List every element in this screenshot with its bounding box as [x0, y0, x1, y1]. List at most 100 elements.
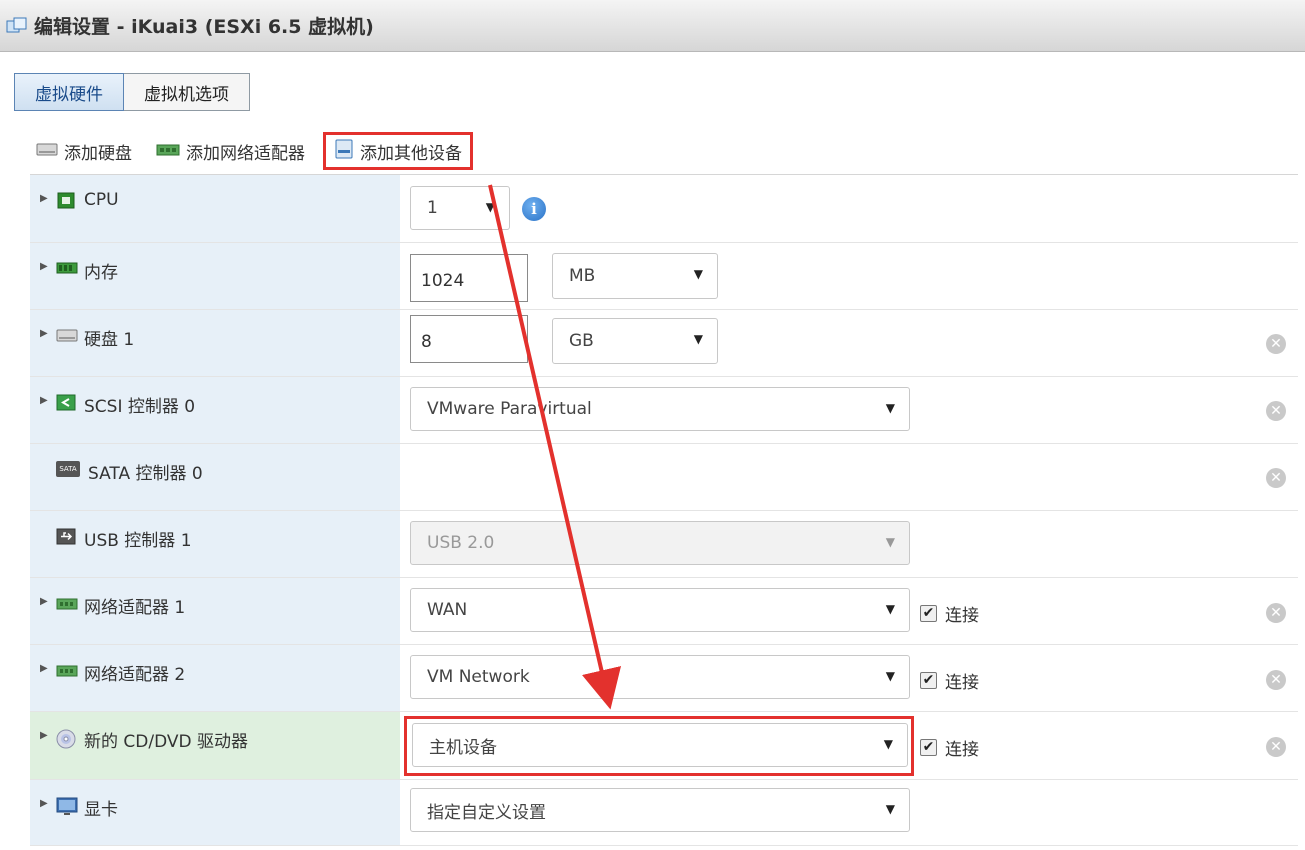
- hard-disk-icon: [56, 327, 78, 344]
- scsi-type-value: VMware Paravirtual: [427, 399, 592, 419]
- nic1-network-value: WAN: [427, 600, 468, 620]
- disk-size-input[interactable]: 8: [410, 315, 528, 363]
- remove-nic2-icon[interactable]: ✕: [1266, 670, 1286, 690]
- expand-icon[interactable]: ▶: [40, 328, 52, 339]
- expand-icon[interactable]: ▶: [40, 395, 52, 406]
- expand-icon[interactable]: ▶: [40, 798, 52, 809]
- nic2-connect-label: 连接: [945, 673, 979, 693]
- memory-label: 内存: [84, 263, 118, 283]
- sata-label-cell[interactable]: SATA SATA 控制器 0: [30, 444, 400, 510]
- remove-disk-icon[interactable]: ✕: [1266, 334, 1286, 354]
- remove-sata-icon[interactable]: ✕: [1266, 468, 1286, 488]
- scsi-label-cell[interactable]: ▶ SCSI 控制器 0: [30, 377, 400, 443]
- nic2-connect-checkbox[interactable]: ✔: [920, 672, 937, 689]
- remove-scsi-icon[interactable]: ✕: [1266, 401, 1286, 421]
- usb-type-select: USB 2.0 ▼: [410, 521, 910, 565]
- usb-controller-icon: [56, 528, 76, 545]
- tab-vm-options[interactable]: 虚拟机选项: [124, 73, 250, 111]
- row-memory: ▶ 内存 1024 MB ▼: [30, 243, 1298, 310]
- expand-icon[interactable]: ▶: [40, 663, 52, 674]
- scsi-label: SCSI 控制器 0: [84, 397, 196, 417]
- remove-cddvd-icon[interactable]: ✕: [1266, 737, 1286, 757]
- nic1-network-select[interactable]: WAN ▼: [410, 588, 910, 632]
- cpu-icon: [56, 192, 76, 209]
- row-cd-dvd-drive: ▶ 新的 CD/DVD 驱动器 主机设备 ▼ ✔ 连接 ✕: [30, 712, 1298, 780]
- cpu-value-cell: 1 ▼ i: [400, 175, 1298, 242]
- memory-label-cell[interactable]: ▶ 内存: [30, 243, 400, 309]
- scsi-controller-icon: [56, 394, 76, 411]
- remove-nic1-icon[interactable]: ✕: [1266, 603, 1286, 623]
- info-icon[interactable]: i: [522, 197, 546, 221]
- network-card-icon: [56, 595, 78, 612]
- vm-settings-icon: [6, 16, 28, 36]
- disk-icon: [36, 141, 58, 162]
- video-label-cell[interactable]: ▶ 显卡: [30, 780, 400, 845]
- toolbar: 添加硬盘 添加网络适配器 添加其他设备: [36, 132, 473, 170]
- nic2-network-select[interactable]: VM Network ▼: [410, 655, 910, 699]
- memory-unit-value: MB: [569, 266, 596, 286]
- nic2-network-value: VM Network: [427, 667, 530, 687]
- disk-label-cell[interactable]: ▶ 硬盘 1: [30, 310, 400, 376]
- video-value-cell: 指定自定义设置 ▼: [400, 780, 1298, 845]
- row-network-adapter-2: ▶ 网络适配器 2 VM Network ▼ ✔ 连接 ✕: [30, 645, 1298, 712]
- nic2-value-cell: VM Network ▼ ✔ 连接 ✕: [400, 645, 1298, 711]
- chevron-down-icon: ▼: [885, 535, 895, 549]
- memory-value-cell: 1024 MB ▼: [400, 243, 1298, 309]
- expand-icon[interactable]: ▶: [40, 261, 52, 272]
- memory-icon: [56, 260, 78, 277]
- row-scsi-controller: ▶ SCSI 控制器 0 VMware Paravirtual ▼ ✕: [30, 377, 1298, 444]
- sata-label: SATA 控制器 0: [88, 464, 203, 484]
- chevron-down-icon: ▼: [485, 200, 495, 214]
- usb-label: USB 控制器 1: [84, 531, 192, 551]
- chevron-down-icon: ▼: [885, 401, 895, 415]
- add-nic-label: 添加网络适配器: [186, 143, 305, 164]
- cddvd-connect-label: 连接: [945, 740, 979, 760]
- disk-label: 硬盘 1: [84, 330, 135, 350]
- other-device-icon: [334, 139, 354, 164]
- cddvd-value-cell: 主机设备 ▼ ✔ 连接 ✕: [400, 712, 1298, 779]
- cddvd-connect-checkbox[interactable]: ✔: [920, 739, 937, 756]
- disk-unit-select[interactable]: GB ▼: [552, 318, 718, 364]
- memory-unit-select[interactable]: MB ▼: [552, 253, 718, 299]
- add-disk-button[interactable]: 添加硬盘: [36, 132, 132, 170]
- row-video-card: ▶ 显卡 指定自定义设置 ▼: [30, 780, 1298, 846]
- chevron-down-icon: ▼: [693, 332, 703, 346]
- cddvd-label-cell[interactable]: ▶ 新的 CD/DVD 驱动器: [30, 712, 400, 779]
- nic1-value-cell: WAN ▼ ✔ 连接 ✕: [400, 578, 1298, 644]
- add-nic-button[interactable]: 添加网络适配器: [156, 132, 305, 170]
- network-card-icon: [156, 141, 180, 161]
- cpu-count-select[interactable]: 1 ▼: [410, 186, 510, 230]
- expand-icon[interactable]: ▶: [40, 730, 52, 741]
- tab-virtual-hardware[interactable]: 虚拟硬件: [14, 73, 124, 111]
- cpu-label: CPU: [84, 190, 119, 210]
- scsi-type-select[interactable]: VMware Paravirtual ▼: [410, 387, 910, 431]
- cddvd-source-value: 主机设备: [429, 737, 497, 758]
- expand-icon[interactable]: ▶: [40, 193, 52, 204]
- chevron-down-icon: ▼: [885, 802, 895, 816]
- video-label: 显卡: [84, 800, 118, 820]
- chevron-down-icon: ▼: [883, 737, 893, 751]
- nic1-connect-checkbox[interactable]: ✔: [920, 605, 937, 622]
- monitor-icon: [56, 797, 78, 815]
- memory-size-input[interactable]: 1024: [410, 254, 528, 302]
- video-settings-value: 指定自定义设置: [427, 802, 546, 823]
- usb-label-cell[interactable]: USB 控制器 1: [30, 511, 400, 577]
- cd-dvd-icon: [56, 729, 76, 749]
- nic2-label-cell[interactable]: ▶ 网络适配器 2: [30, 645, 400, 711]
- nic1-connect-label: 连接: [945, 606, 979, 626]
- video-settings-select[interactable]: 指定自定义设置 ▼: [410, 788, 910, 832]
- usb-type-value: USB 2.0: [427, 533, 495, 553]
- usb-value-cell: USB 2.0 ▼: [400, 511, 1298, 577]
- cddvd-source-select[interactable]: 主机设备 ▼: [412, 723, 908, 767]
- expand-icon[interactable]: ▶: [40, 596, 52, 607]
- sata-value-cell: ✕: [400, 444, 1298, 510]
- network-card-icon: [56, 662, 78, 679]
- disk-unit-value: GB: [569, 331, 594, 351]
- nic1-label-cell[interactable]: ▶ 网络适配器 1: [30, 578, 400, 644]
- cpu-label-cell[interactable]: ▶ CPU: [30, 175, 400, 242]
- add-other-device-button[interactable]: 添加其他设备: [323, 132, 473, 170]
- scsi-value-cell: VMware Paravirtual ▼ ✕: [400, 377, 1298, 443]
- cddvd-label: 新的 CD/DVD 驱动器: [84, 732, 249, 752]
- sata-controller-icon: SATA: [56, 461, 80, 477]
- add-disk-label: 添加硬盘: [64, 143, 132, 164]
